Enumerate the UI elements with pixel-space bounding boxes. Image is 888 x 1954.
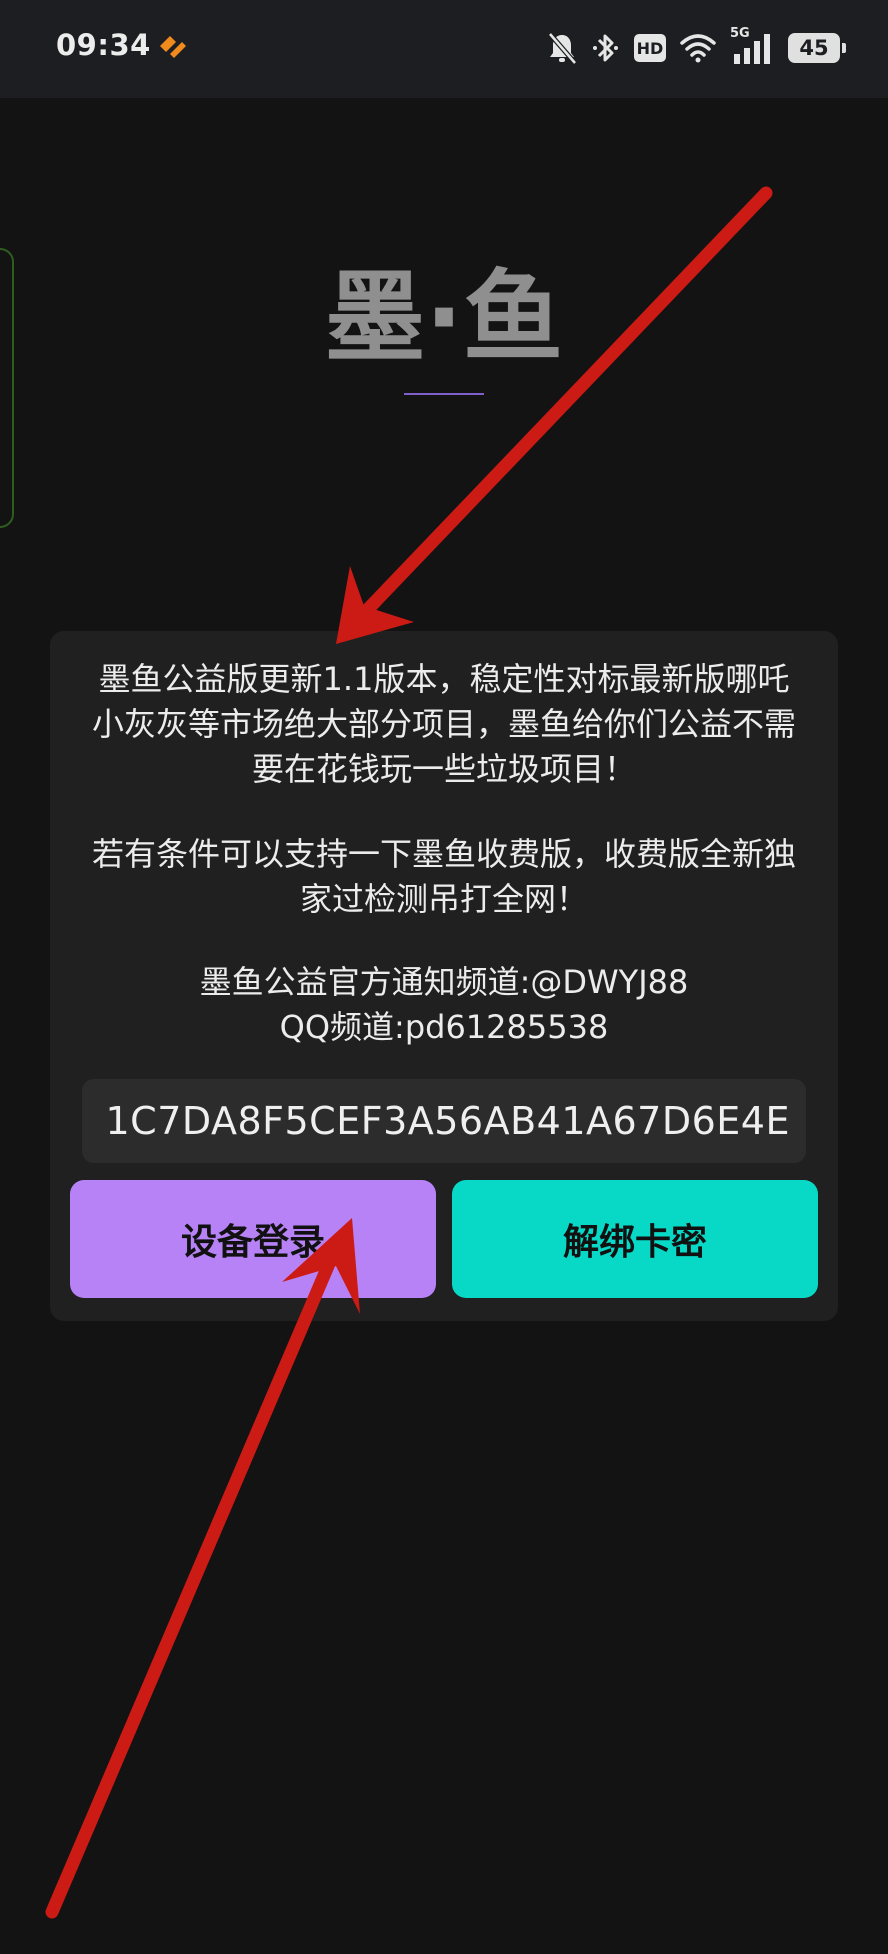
bluetooth-icon [592, 31, 620, 65]
status-icons: HD 5G 45 [546, 26, 846, 68]
notice-paragraph-1: 墨鱼公益版更新1.1版本，稳定性对标最新版哪吒 小灰灰等市场绝大部分项目，墨鱼给… [91, 660, 796, 788]
app-screen: 09:34 HD 5G 45 墨·鱼 墨鱼公益版更新1.1版本，稳定性对标最新版… [0, 0, 888, 1954]
hd-icon: HD [634, 34, 666, 62]
status-bar: 09:34 HD 5G 45 [0, 0, 888, 98]
annotation-arrow-bottom [45, 1218, 360, 1919]
app-notification-icon [156, 32, 188, 66]
notice-qq-line: QQ频道:pd61285538 [279, 1008, 609, 1046]
device-login-button[interactable]: 设备登录 [70, 1180, 436, 1298]
device-key-input[interactable]: 1C7DA8F5CEF3A56AB41A67D6E4E [82, 1079, 806, 1163]
device-key-value: 1C7DA8F5CEF3A56AB41A67D6E4E [105, 1099, 790, 1143]
battery-icon: 45 [788, 33, 846, 63]
unbind-card-key-button[interactable]: 解绑卡密 [452, 1180, 818, 1298]
login-card: 墨鱼公益版更新1.1版本，稳定性对标最新版哪吒 小灰灰等市场绝大部分项目，墨鱼给… [50, 631, 838, 1321]
bell-muted-icon [546, 31, 578, 65]
signal-5g-icon: 5G [730, 26, 774, 66]
wifi-icon [680, 33, 716, 63]
notice-channel-line: 墨鱼公益官方通知频道:@DWYJ88 [199, 963, 689, 1001]
app-title: 墨·鱼 [325, 259, 563, 376]
notice-text: 墨鱼公益版更新1.1版本，稳定性对标最新版哪吒 小灰灰等市场绝大部分项目，墨鱼给… [90, 657, 798, 1050]
title-underline [404, 393, 484, 395]
notice-paragraph-2: 若有条件可以支持一下墨鱼收费版，收费版全新独家过检测吊打全网！ [91, 835, 796, 918]
status-time: 09:34 [56, 28, 151, 62]
